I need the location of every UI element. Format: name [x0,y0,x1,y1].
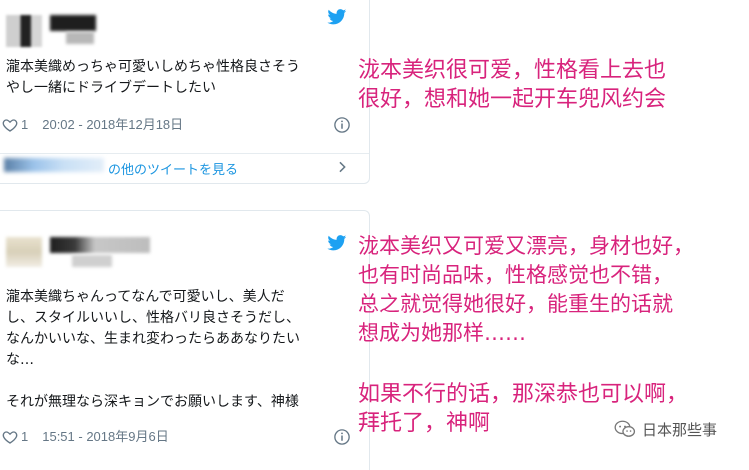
info-icon[interactable] [333,116,351,134]
twitter-bird-icon[interactable] [327,235,347,251]
timestamp[interactable]: 20:02 - 2018年12月18日 [42,116,183,134]
see-more-tweets-link[interactable]: の他のツイートを見る [0,153,369,178]
tweet-card-1[interactable]: 瀧本美織めっちゃ可愛いしめちゃ性格良さそう やし一緒にドライブデートしたい 1 … [0,0,370,184]
chevron-right-icon[interactable] [338,161,347,173]
info-icon[interactable] [333,428,351,446]
tweet-card-2[interactable]: 瀧本美織ちゃんってなんで可愛いし、美人だ し、スタイルいいし、性格バリ良さそうだ… [0,210,370,470]
avatar[interactable] [6,15,42,47]
user-name-redacted[interactable] [50,15,96,31]
watermark-label: 日本那些事 [642,420,718,439]
heart-icon[interactable] [2,429,18,445]
translation-annotation-1: 泷本美织很可爱，性格看上去也 很好，想和她一起开车兜风约会 [358,58,667,112]
user-handle-redacted [72,255,112,267]
user-name-redacted [4,158,104,172]
watermark: 日本那些事 [614,418,717,440]
tweet-text: 瀧本美織めっちゃ可愛いしめちゃ性格良さそう やし一緒にドライブデートしたい [6,59,300,96]
tweet-meta: 1 20:02 - 2018年12月18日 [2,116,351,134]
tweet-meta: 1 15:51 - 2018年9月6日 [2,428,351,446]
user-name-redacted[interactable] [50,237,150,253]
twitter-bird-icon[interactable] [327,9,347,25]
wechat-icon [614,420,636,437]
timestamp[interactable]: 15:51 - 2018年9月6日 [42,428,168,446]
heart-icon[interactable] [2,117,18,133]
like-count: 1 [21,117,29,132]
avatar[interactable] [6,237,42,267]
translation-annotation-2: 泷本美织又可爱又漂亮，身材也好， 也有时尚品味，性格感觉也不错， 总之就觉得她很… [358,234,694,345]
user-handle-redacted [66,32,94,44]
tweet-text: 瀧本美織ちゃんってなんで可愛いし、美人だ し、スタイルいいし、性格バリ良さそうだ… [6,289,300,410]
like-count: 1 [21,429,29,444]
see-more-label[interactable]: の他のツイートを見る [108,159,238,178]
